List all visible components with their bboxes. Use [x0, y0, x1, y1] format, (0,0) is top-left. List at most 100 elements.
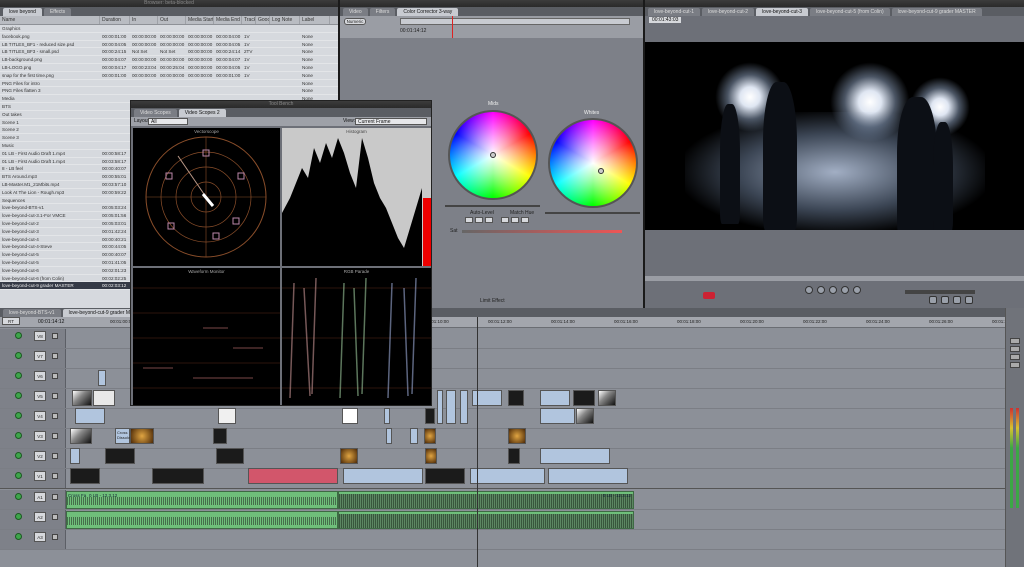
razor-tool-icon[interactable] — [1010, 346, 1020, 352]
whites-color-wheel[interactable] — [548, 118, 638, 208]
video-clip[interactable] — [93, 390, 115, 406]
track-visibility-icon[interactable] — [15, 372, 22, 379]
color-swatch-button[interactable] — [511, 217, 519, 223]
stop-icon[interactable] — [829, 286, 837, 294]
video-clip[interactable] — [540, 408, 575, 424]
tab-color-corrector[interactable]: Color Corrector 3-way — [397, 8, 459, 16]
video-clip[interactable] — [130, 428, 154, 444]
tab-viewer-cut-3[interactable]: love-beyond-cut-3 — [756, 8, 809, 16]
lock-icon[interactable] — [52, 453, 58, 459]
lock-icon[interactable] — [52, 494, 58, 500]
track-name[interactable]: V7 — [34, 351, 46, 361]
video-clip[interactable] — [424, 428, 436, 444]
browser-row[interactable]: facebook.png 00:00:01:00 00:00:00:00 00:00:… — [0, 33, 338, 41]
selection-tool-icon[interactable] — [1010, 338, 1020, 344]
track-name[interactable]: V5 — [34, 391, 46, 401]
track-name[interactable]: A2 — [34, 512, 46, 522]
track-name[interactable]: A1 — [34, 492, 46, 502]
video-clip[interactable] — [70, 448, 80, 464]
view-select[interactable]: Current Frame — [355, 118, 427, 125]
video-clip[interactable] — [508, 448, 520, 464]
tab-viewer-cut-5[interactable]: love-beyond-cut-5 (from Colin) — [810, 8, 890, 16]
video-clip[interactable] — [410, 428, 418, 444]
zoom-tool-icon[interactable] — [1010, 354, 1020, 360]
timeline-playhead[interactable] — [477, 317, 478, 567]
mark-button[interactable] — [941, 296, 949, 304]
video-clip[interactable] — [342, 408, 358, 424]
mids-level-slider[interactable] — [445, 205, 540, 207]
video-clip[interactable] — [576, 408, 594, 424]
video-clip[interactable] — [343, 468, 423, 484]
video-clip[interactable] — [70, 428, 92, 444]
video-clip[interactable] — [425, 468, 465, 484]
lock-icon[interactable] — [52, 534, 58, 540]
tab-love-beyond[interactable]: love beyond — [3, 8, 42, 16]
browser-row[interactable]: LB TITLES_BF1 - reduced size.psd 00:00:04… — [0, 41, 338, 49]
video-clip[interactable] — [105, 448, 135, 464]
track-visibility-icon[interactable] — [15, 452, 22, 459]
browser-row[interactable]: LB TITLES_BF3 - small.psd 00:00:24:15 Not … — [0, 48, 338, 57]
cross-dissolve-transition[interactable]: Cross Dissolve — [115, 428, 132, 444]
track-visibility-icon[interactable] — [15, 412, 22, 419]
col-label[interactable]: Label — [300, 16, 330, 24]
loop-icon[interactable] — [853, 286, 861, 294]
saturation-slider[interactable] — [462, 230, 622, 233]
tab-video-scopes[interactable]: Video Scopes — [134, 109, 177, 117]
track-visibility-icon[interactable] — [15, 472, 22, 479]
video-clip[interactable] — [598, 390, 616, 406]
rt-menu[interactable]: RT — [2, 317, 20, 325]
audio-clip-a2[interactable] — [66, 511, 338, 529]
layout-select[interactable]: All — [148, 118, 188, 125]
mark-button[interactable] — [965, 296, 973, 304]
video-clip[interactable] — [446, 390, 456, 424]
browser-row[interactable]: PNG Files flatten 3 None — [0, 87, 338, 96]
track-name[interactable]: V3 — [34, 431, 46, 441]
col-tracks[interactable]: Tracks — [242, 16, 256, 24]
browser-row[interactable]: Graphics — [0, 25, 338, 33]
video-clip[interactable] — [540, 448, 610, 464]
lock-icon[interactable] — [52, 353, 58, 359]
tab-video-scopes-2[interactable]: Video Scopes 2 — [178, 109, 226, 117]
play-icon[interactable] — [817, 286, 825, 294]
col-good[interactable]: Good — [256, 16, 270, 24]
video-clip[interactable] — [218, 408, 236, 424]
tab-filters[interactable]: Filters — [369, 8, 396, 16]
whites-balance-control[interactable] — [598, 168, 604, 174]
reset-button[interactable] — [521, 217, 529, 223]
video-clip[interactable] — [75, 408, 105, 424]
video-clip[interactable] — [213, 428, 227, 444]
audio-clip-a1[interactable]: Cross Fa 0 LB - 12.3.12 — [66, 491, 338, 509]
video-clip[interactable] — [548, 468, 628, 484]
lock-icon[interactable] — [52, 473, 58, 479]
audio-clip-a1-loud[interactable]: 0 LB - 12.3.12 — [338, 491, 634, 509]
video-clip[interactable] — [437, 390, 443, 424]
col-log-note[interactable]: Log Note — [270, 16, 300, 24]
auto-black-button[interactable] — [465, 217, 473, 223]
lock-icon[interactable] — [52, 413, 58, 419]
video-clip[interactable] — [425, 408, 435, 424]
tab-video[interactable]: Video — [343, 8, 368, 16]
auto-white-button[interactable] — [485, 217, 493, 223]
browser-row[interactable]: PNG Files for intro None — [0, 80, 338, 88]
lock-icon[interactable] — [52, 514, 58, 520]
lock-icon[interactable] — [52, 393, 58, 399]
mark-in-button[interactable] — [703, 292, 715, 299]
cc-scrubber[interactable] — [400, 18, 630, 25]
mark-button[interactable] — [953, 296, 961, 304]
eyedropper-icon[interactable] — [501, 217, 509, 223]
video-clip[interactable] — [508, 428, 526, 444]
track-name[interactable]: V6 — [34, 371, 46, 381]
mark-button[interactable] — [929, 296, 937, 304]
viewer-scrubber[interactable] — [645, 276, 1024, 281]
col-media-start[interactable]: Media Start — [186, 16, 214, 24]
video-clip[interactable] — [508, 390, 524, 406]
video-clip[interactable] — [72, 390, 92, 406]
browser-row[interactable]: LB-background.png 00:00:04:07 00:00:00:00 0… — [0, 56, 338, 64]
lock-icon[interactable] — [52, 333, 58, 339]
tab-viewer-cut-1[interactable]: love-beyond-cut-1 — [648, 8, 701, 16]
cc-playhead[interactable] — [452, 16, 453, 38]
auto-contrast-button[interactable] — [475, 217, 483, 223]
video-clip[interactable] — [470, 468, 545, 484]
video-clip[interactable] — [98, 370, 106, 386]
tab-effects[interactable]: Effects — [43, 8, 72, 16]
